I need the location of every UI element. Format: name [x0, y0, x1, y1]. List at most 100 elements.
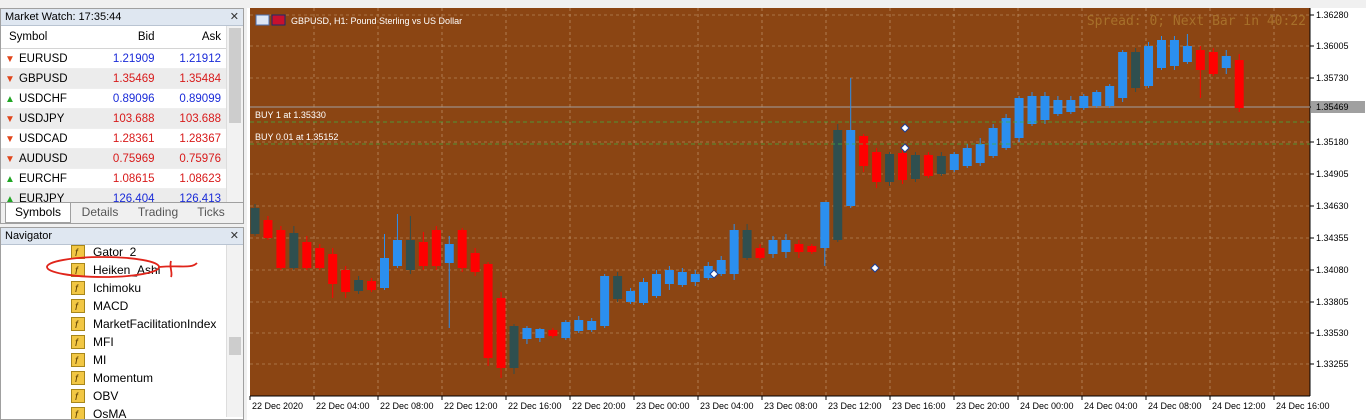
market-watch-title: Market Watch: 17:35:44	[5, 11, 122, 23]
candle-body	[380, 258, 389, 288]
candle-body	[470, 253, 480, 272]
table-row[interactable]: ▲ USDCHF 0.89096 0.89099	[1, 88, 227, 109]
arrow-down-icon: ▼	[5, 53, 15, 65]
candle-body	[626, 291, 636, 302]
candle-body	[651, 274, 661, 296]
flag-icon	[271, 14, 286, 26]
candle-body	[807, 246, 817, 252]
indicator-icon	[71, 389, 85, 407]
price-chart[interactable]: 1.36280 1.36005 1.35730 1.35469 1.35180 1.349…	[247, 8, 1366, 420]
market-watch-scrollbar[interactable]	[226, 26, 243, 203]
symbol-cell: ▼ EURUSD	[1, 48, 95, 69]
navigator-item[interactable]: MACD	[71, 297, 128, 317]
candle-body	[1208, 52, 1218, 74]
candle-body	[742, 230, 752, 258]
symbol-cell: ▼ USDCAD	[1, 128, 95, 149]
candle-body	[535, 329, 545, 338]
column-header-symbol[interactable]: Symbol	[1, 26, 95, 49]
price-label: 1.36005	[1316, 41, 1349, 51]
candle-body	[820, 202, 830, 248]
time-label: 22 Dec 20:00	[572, 401, 626, 411]
candle-body	[431, 230, 441, 266]
candle-body	[276, 230, 286, 268]
bid-cell: 1.08615	[94, 168, 161, 189]
ask-cell: 0.75976	[160, 148, 227, 169]
indicator-icon	[71, 407, 85, 419]
tab-symbols[interactable]: Symbols	[5, 203, 71, 223]
navigator-item[interactable]: MFI	[71, 333, 114, 353]
candle-body	[367, 281, 377, 290]
time-label: 23 Dec 08:00	[764, 401, 818, 411]
tab-trading[interactable]: Trading	[131, 203, 185, 222]
navigator-item[interactable]: Momentum	[71, 369, 153, 389]
candle-body	[729, 230, 739, 274]
candle-body	[587, 321, 597, 330]
time-label: 23 Dec 16:00	[892, 401, 946, 411]
candle-body	[444, 244, 454, 263]
table-row[interactable]: ▼ USDCAD 1.28361 1.28367	[1, 128, 227, 149]
column-header-bid[interactable]: Bid	[94, 26, 161, 49]
market-watch-panel: Market Watch: 17:35:44 ✕ Symbol Bid Ask …	[0, 8, 244, 224]
time-label: 24 Dec 08:00	[1148, 401, 1202, 411]
chart-window[interactable]: 1.36280 1.36005 1.35730 1.35469 1.35180 1.349…	[247, 8, 1366, 420]
candle-body	[716, 260, 726, 274]
candle-body	[574, 320, 584, 331]
table-row[interactable]: ▼ USDJPY 103.688 103.688	[1, 108, 227, 129]
tab-details[interactable]: Details	[73, 203, 127, 222]
candle-body	[405, 240, 415, 270]
scrollbar-thumb[interactable]	[229, 337, 241, 355]
chart-window-icon	[255, 14, 270, 26]
time-label: 23 Dec 12:00	[828, 401, 882, 411]
time-label: 22 Dec 16:00	[508, 401, 562, 411]
navigator-item[interactable]: MI	[71, 351, 106, 371]
ask-cell: 103.688	[160, 108, 227, 129]
time-label: 23 Dec 20:00	[956, 401, 1010, 411]
close-icon[interactable]: ✕	[230, 228, 239, 244]
indicator-icon	[71, 371, 85, 389]
price-label: 1.33805	[1316, 297, 1349, 307]
table-row[interactable]: ▼ EURUSD 1.21909 1.21912	[1, 48, 227, 69]
navigator-item[interactable]: MarketFacilitationIndex	[71, 315, 216, 335]
candle-body	[885, 154, 895, 182]
tab-ticks[interactable]: Ticks	[187, 203, 235, 222]
candle-body	[315, 248, 325, 268]
candle-body	[1027, 96, 1037, 124]
indicator-icon	[71, 281, 85, 299]
time-label: 24 Dec 00:00	[1020, 401, 1074, 411]
bid-cell: 1.28361	[94, 128, 161, 149]
price-label: 1.35180	[1316, 137, 1349, 147]
close-icon[interactable]: ✕	[230, 9, 239, 25]
navigator-title: Navigator	[5, 230, 53, 242]
navigator-item[interactable]: OBV	[71, 387, 118, 407]
candle-body	[677, 272, 687, 285]
symbol-cell: ▲ EURCHF	[1, 168, 95, 189]
navigator-scrollbar[interactable]	[226, 245, 243, 417]
ask-cell: 1.08623	[160, 168, 227, 189]
price-label: 1.33255	[1316, 359, 1349, 369]
candle-body	[289, 233, 299, 268]
table-row[interactable]: ▼ AUDUSD 0.75969 0.75976	[1, 148, 227, 169]
column-header-ask[interactable]: Ask	[160, 26, 227, 49]
scrollbar-thumb[interactable]	[229, 28, 241, 123]
candle-body	[1195, 50, 1205, 70]
table-row[interactable]: ▼ GBPUSD 1.35469 1.35484	[1, 68, 227, 89]
symbol-cell: ▼ AUDUSD	[1, 148, 95, 169]
bid-cell: 0.75969	[94, 148, 161, 169]
bid-cell: 1.21909	[94, 48, 161, 69]
navigator-item[interactable]: OsMA	[71, 405, 126, 419]
candle-body	[1131, 52, 1141, 88]
price-label: 1.35730	[1316, 73, 1349, 83]
bid-cell: 1.35469	[94, 68, 161, 89]
candle-body	[613, 276, 623, 299]
table-row[interactable]: ▲ EURCHF 1.08615 1.08623	[1, 168, 227, 189]
symbol-cell: ▼ USDJPY	[1, 108, 95, 129]
order-label: BUY 1 at 1.35330	[255, 110, 326, 120]
candle-body	[548, 330, 558, 336]
arrow-down-icon: ▼	[5, 133, 15, 145]
symbol-cell: ▼ GBPUSD	[1, 68, 95, 89]
symbol-cell: ▲ USDCHF	[1, 88, 95, 109]
candle-body	[1092, 92, 1102, 106]
indicator-icon	[71, 353, 85, 371]
navigator-item[interactable]: Ichimoku	[71, 279, 141, 299]
spread-info: Spread: 0; Next Bar in 40:22	[1087, 14, 1306, 29]
